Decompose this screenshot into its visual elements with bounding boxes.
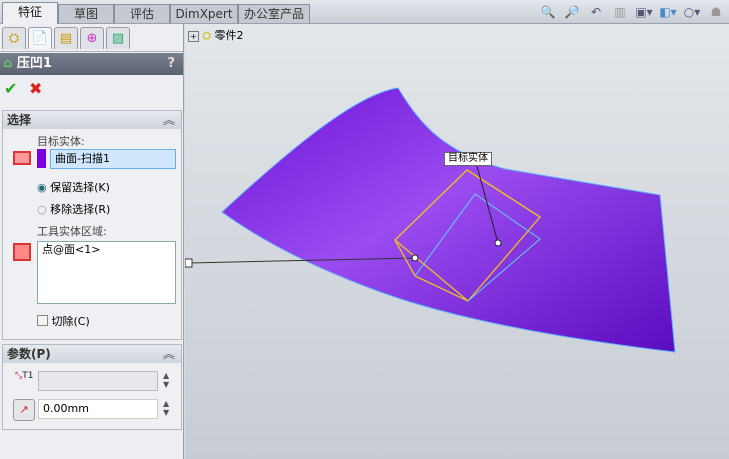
configuration-tab[interactable]: ▤ — [54, 27, 78, 49]
clearance-field[interactable]: 0.00mm — [38, 399, 158, 419]
keep-selection-radio[interactable]: ◉ 保留选择(K) — [37, 179, 110, 195]
cut-label: 切除(C) — [51, 315, 90, 328]
tab-sketch[interactable]: 草图 — [58, 4, 114, 23]
target-label: 目标实体: — [37, 135, 85, 148]
dimxpert-tab[interactable]: ⊕ — [80, 27, 104, 49]
zoom-to-fit-icon[interactable]: 🔍 — [539, 4, 557, 20]
feature-title-bar: ⌂ 压凹1 ? — [0, 53, 183, 75]
feature-title: 压凹1 — [16, 56, 52, 71]
tab-dimxpert[interactable]: DimXpert — [170, 4, 238, 23]
previous-view-icon[interactable]: ↶ — [587, 4, 605, 20]
tab-office-products[interactable]: 办公室产品 — [238, 4, 310, 23]
display-style-icon[interactable]: ◧▾ — [659, 4, 677, 20]
surface-sweep — [221, 87, 676, 353]
remove-selection-label: 移除选择(R) — [50, 203, 111, 216]
callout-handle — [185, 258, 193, 268]
property-manager-tab[interactable]: 📄 — [28, 27, 52, 49]
thickness-field[interactable] — [38, 371, 158, 391]
hide-show-icon[interactable]: ○▾ — [683, 4, 701, 20]
collapse-icon[interactable]: ︽ — [163, 345, 175, 363]
model-view — [185, 87, 676, 353]
display-manager-tab[interactable]: ▨ — [106, 27, 130, 49]
graphics-area[interactable]: + ⛭ 零件2 目标实体 — [185, 24, 729, 459]
home-icon: ⌂ — [3, 56, 13, 71]
selection-header: 选择 — [7, 113, 32, 127]
feature-tree-tab[interactable]: ⛭ — [2, 27, 26, 49]
tab-features[interactable]: 特征 — [2, 2, 58, 24]
remove-selection-radio[interactable]: ○ 移除选择(R) — [37, 201, 110, 217]
target-body-field[interactable]: 曲面-扫描1 — [50, 149, 176, 169]
zoom-area-icon[interactable]: 🔎 — [563, 4, 581, 20]
parameters-header: 参数(P) — [7, 347, 51, 361]
thickness-spinner[interactable]: ▲ ▼ — [163, 371, 169, 389]
section-view-icon[interactable]: ▥ — [611, 4, 629, 20]
cancel-button[interactable]: ✖ — [29, 79, 42, 98]
tool-body-icon — [13, 243, 31, 261]
property-manager: ⛭ 📄 ▤ ⊕ ▨ ⌂ 压凹1 ? ✔ ✖ 选择 ︽ 目标实体: 曲面-扫描1 ◉… — [0, 24, 184, 459]
reverse-direction-button[interactable]: ↗ — [13, 399, 35, 421]
target-body-icon — [13, 151, 31, 165]
thickness-icon: ⤡T1 — [15, 371, 34, 381]
selection-section: 选择 ︽ 目标实体: 曲面-扫描1 ◉ 保留选择(K) ○ 移除选择(R) 工具实… — [2, 110, 182, 340]
ok-button[interactable]: ✔ — [4, 79, 17, 98]
cut-checkbox[interactable]: 切除(C) — [37, 313, 90, 329]
command-manager-tabs: 特征 草图 评估 DimXpert 办公室产品 🔍 🔎 ↶ ▥ ▣▾ ◧▾ ○▾… — [0, 0, 729, 24]
target-color-swatch — [37, 149, 46, 168]
view-orientation-icon[interactable]: ▣▾ — [635, 4, 653, 20]
collapse-icon[interactable]: ︽ — [163, 111, 175, 129]
parameters-section: 参数(P) ︽ ⤡T1 ▲ ▼ ↗ 0.00mm ▲ ▼ — [2, 344, 182, 430]
tool-region-label: 工具实体区域: — [37, 225, 107, 238]
clearance-spinner[interactable]: ▲ ▼ — [163, 399, 169, 417]
appearance-icon[interactable]: ☗ — [707, 4, 725, 20]
help-button[interactable]: ? — [167, 53, 175, 75]
tool-region-list[interactable]: 点@面<1> — [37, 241, 176, 304]
keep-selection-label: 保留选择(K) — [50, 181, 110, 194]
target-body-callout[interactable]: 目标实体 — [444, 152, 492, 166]
tab-evaluate[interactable]: 评估 — [114, 4, 170, 23]
